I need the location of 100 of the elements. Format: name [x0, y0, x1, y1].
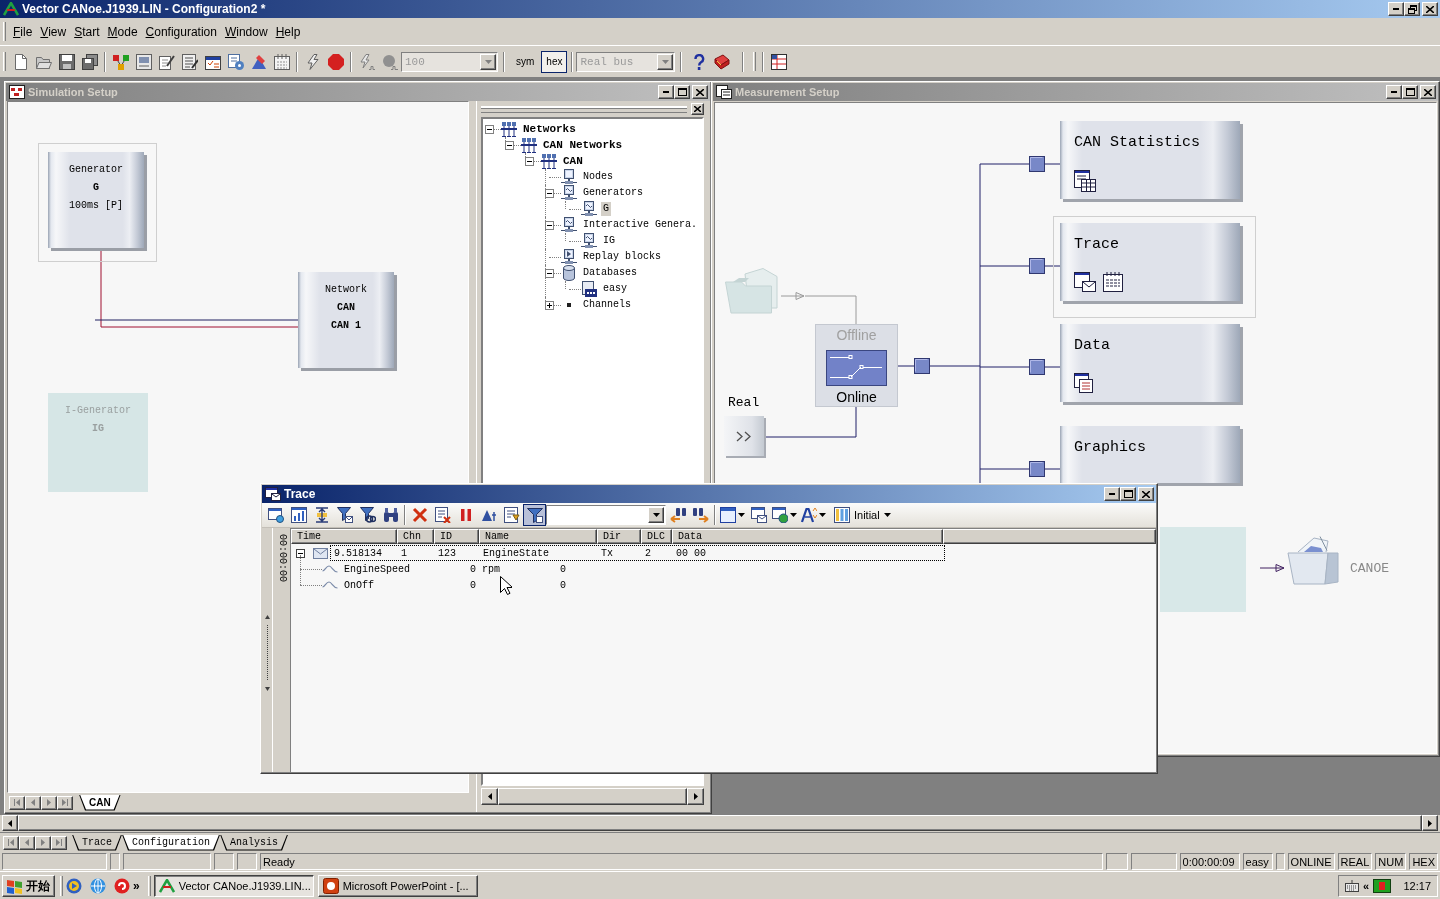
minimize-button[interactable]	[658, 85, 674, 99]
tray-expand-button[interactable]: «	[1363, 880, 1370, 892]
column-header[interactable]	[943, 529, 1156, 544]
collapse-icon[interactable]	[525, 156, 534, 166]
column-header[interactable]: DLC	[641, 529, 672, 544]
previous-tab-button[interactable]	[19, 835, 35, 850]
grid-layout-icon[interactable]	[770, 53, 787, 70]
menu-item[interactable]: Window	[220, 22, 272, 41]
column-header[interactable]: ID	[434, 529, 479, 544]
collapse-icon[interactable]	[545, 268, 554, 278]
menu-item[interactable]: Mode	[103, 22, 142, 41]
column-header[interactable]: Data	[672, 529, 943, 544]
window-chart-icon[interactable]	[290, 507, 307, 523]
layout-button[interactable]: Initial	[830, 504, 895, 526]
sheet-tab[interactable]: CAN	[79, 794, 121, 811]
tree-item[interactable]: Nodes	[581, 170, 615, 184]
column-header[interactable]: Time	[291, 529, 397, 544]
maximize-button[interactable]	[1402, 85, 1418, 99]
combo-field[interactable]	[546, 505, 666, 525]
minimize-button[interactable]	[1388, 2, 1404, 16]
tree-item[interactable]: IG	[601, 234, 617, 248]
first-tab-button[interactable]	[3, 835, 19, 850]
start-button[interactable]: 开始	[2, 875, 55, 897]
menu-item[interactable]: Configuration	[141, 22, 221, 41]
workspace-tab[interactable]: Configuration	[122, 834, 221, 851]
tree-item[interactable]: Channels	[581, 298, 633, 312]
tree-item[interactable]: CAN Networks	[541, 138, 625, 152]
workspace-tab[interactable]: Trace	[72, 834, 122, 851]
menu-item[interactable]: Help	[271, 22, 305, 41]
binoculars-icon[interactable]	[382, 507, 399, 523]
checklist-icon[interactable]	[204, 53, 221, 70]
save-all-icon[interactable]	[81, 53, 98, 70]
tree-item[interactable]: Networks	[521, 122, 578, 136]
message-window-icon[interactable]	[750, 507, 767, 523]
save-icon[interactable]	[58, 53, 75, 70]
play-circle-icon[interactable]	[66, 878, 82, 894]
source-block[interactable]	[724, 416, 764, 456]
next-tab-button[interactable]	[35, 835, 51, 850]
clear-list-icon[interactable]	[434, 507, 451, 523]
tree-item[interactable]: G	[601, 202, 611, 216]
scroll-right-button[interactable]	[687, 788, 704, 805]
shapes-icon[interactable]	[250, 53, 267, 70]
node-graph-icon[interactable]	[112, 53, 129, 70]
close-button[interactable]	[1420, 85, 1436, 99]
previous-tab-button[interactable]	[25, 795, 41, 810]
collapse-icon[interactable]	[545, 188, 554, 198]
format-button[interactable]: hex	[541, 50, 568, 73]
diagram-block[interactable]: Network CAN CAN 1	[298, 272, 394, 368]
window-icon[interactable]	[720, 507, 736, 523]
tree-item[interactable]: Databases	[581, 266, 639, 280]
collapse-icon[interactable]	[505, 140, 514, 150]
close-button[interactable]	[1422, 2, 1438, 16]
scroll-left-button[interactable]	[481, 788, 498, 805]
tree-item[interactable]: Generators	[581, 186, 645, 200]
font-size-icon[interactable]	[801, 507, 817, 523]
dropdown-button[interactable]	[648, 507, 664, 523]
table-row[interactable]: 9.518134 1 123 EngineState Tx 2 00 00	[330, 545, 945, 561]
document-disc-icon[interactable]	[227, 53, 244, 70]
stop-icon[interactable]	[327, 53, 344, 70]
collapse-icon[interactable]	[485, 124, 494, 134]
calendar-icon[interactable]	[273, 53, 290, 70]
book-icon[interactable]	[713, 53, 730, 70]
lightning-icon[interactable]	[304, 53, 321, 70]
maximize-button[interactable]	[674, 85, 690, 99]
overflow-button[interactable]: »	[130, 879, 143, 893]
resize-handle[interactable]	[264, 615, 270, 691]
mode-switch[interactable]: Offline Online	[815, 324, 898, 407]
format-button[interactable]: sym	[511, 50, 540, 73]
horizontal-scrollbar[interactable]	[481, 788, 704, 805]
pane-grip[interactable]	[481, 106, 687, 113]
taskbar-button[interactable]: Vector CANoe.J1939.LIN...	[153, 875, 314, 897]
tree-item[interactable]: Replay blocks	[581, 250, 663, 264]
window-block[interactable]: CAN Statistics	[1060, 121, 1240, 199]
taskbar-button[interactable]: Microsoft PowerPoint - [...	[317, 875, 478, 897]
window-block[interactable]: Data	[1060, 324, 1240, 402]
close-button[interactable]	[691, 103, 704, 115]
last-tab-button[interactable]	[57, 795, 73, 810]
tree-item[interactable]: Interactive Genera.	[581, 218, 700, 232]
close-button[interactable]	[692, 85, 708, 99]
collapse-icon[interactable]	[296, 548, 305, 558]
keyboard-icon[interactable]	[1345, 880, 1359, 892]
filter-button[interactable]	[523, 504, 546, 526]
window-block[interactable]: Graphics	[1060, 426, 1240, 483]
find-next-icon[interactable]	[692, 507, 709, 523]
funnel-mail-icon[interactable]	[336, 507, 353, 523]
status-icon[interactable]	[1373, 879, 1392, 893]
tree-item[interactable]: CAN	[561, 154, 585, 168]
window-globe-icon[interactable]	[772, 507, 788, 523]
list-edit-icon[interactable]	[181, 53, 198, 70]
globe-icon[interactable]	[90, 878, 106, 894]
swirl-icon[interactable]	[114, 878, 130, 894]
workspace-tab[interactable]: Analysis	[220, 834, 289, 851]
delete-icon[interactable]	[411, 507, 428, 523]
next-tab-button[interactable]	[41, 795, 57, 810]
menu-item[interactable]: View	[36, 22, 71, 41]
tree-item[interactable]: easy	[601, 282, 629, 296]
funnel-link-icon[interactable]	[359, 507, 376, 523]
resize-vertical-icon[interactable]	[313, 507, 330, 523]
window-block[interactable]: Trace	[1053, 216, 1256, 318]
expand-icon[interactable]	[545, 300, 554, 310]
